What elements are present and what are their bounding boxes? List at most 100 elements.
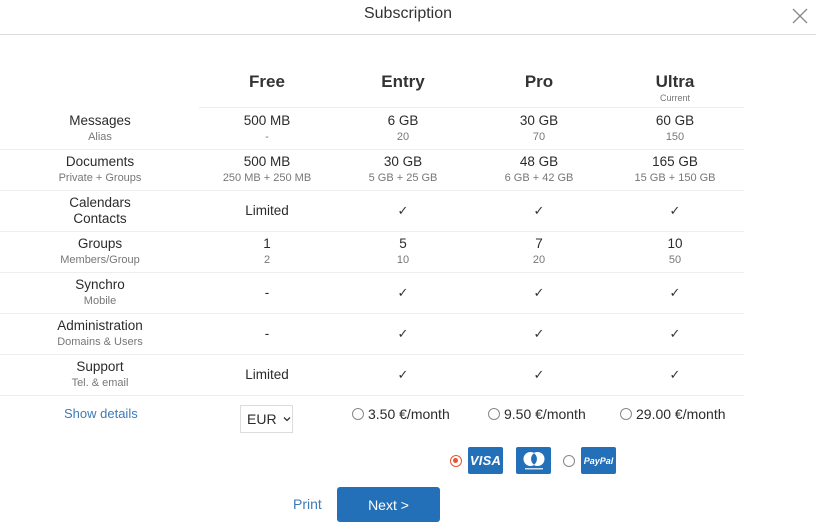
value-sub: 150 [665,131,685,143]
feature-name: Calendars [69,194,131,210]
check-icon: ✓ [669,202,681,218]
next-button[interactable]: Next > [337,487,440,522]
table-row: Support Tel. & email Limited ✓ ✓ ✓ [0,354,744,396]
plan-header-ultra: Ultra Current [607,72,743,103]
table-row: Documents Private + Groups 500 MB 250 MB + … [0,149,744,191]
close-button[interactable] [791,7,809,25]
value-main: Limited [245,366,289,382]
value-main: 500 MB [243,113,291,128]
payment-option-card[interactable]: VISA [450,447,551,474]
value-sub: 50 [668,254,682,266]
feature-value-pro: ✓ [471,313,607,354]
feature-value-free: Limited [199,354,335,395]
feature-value-ultra: ✓ [607,313,743,354]
paypal-icon: PayPal [581,447,616,474]
feature-value-ultra: ✓ [607,354,743,395]
table-row: Calendars Contacts Limited ✓ ✓ ✓ [0,190,744,232]
currency-select[interactable]: EUR [240,405,293,433]
value-main: - [264,284,270,300]
value-main: 30 GB [383,154,423,169]
feature-label-cell: Synchro Mobile [32,272,168,313]
feature-name: Support [76,359,124,374]
radio-button[interactable] [488,408,500,420]
close-icon [792,8,808,24]
feature-name: Groups [77,236,123,251]
value-main: 60 GB [655,113,695,128]
feature-value-free: - [199,313,335,354]
feature-sublabel: Mobile [83,295,117,307]
value-main: 10 [667,236,683,251]
feature-sublabel: Tel. & email [71,377,129,389]
value-main: 1 [263,236,271,251]
feature-value-pro: 30 GB 70 [471,108,607,149]
check-icon: ✓ [397,325,409,341]
current-plan-badge: Current [659,93,690,103]
check-icon: ✓ [533,366,545,382]
plan-header-free: Free [199,72,335,92]
feature-value-free: - [199,272,335,313]
feature-value-ultra: ✓ [607,190,743,231]
feature-name: Documents [65,154,135,169]
feature-value-free: 500 MB - [199,108,335,149]
value-sub: 10 [396,254,410,266]
feature-value-ultra: ✓ [607,272,743,313]
value-main: 500 MB [243,154,291,169]
radio-button[interactable] [352,408,364,420]
plan-name: Pro [524,72,554,91]
mastercard-icon [516,447,551,474]
price-option-entry[interactable]: 3.50 €/month [352,406,450,422]
price-label: 3.50 €/month [368,406,450,422]
feature-value-free: Limited [199,190,335,231]
dialog-header: Subscription [0,0,816,35]
feature-name: Synchro [75,277,125,292]
feature-sublabel: Domains & Users [57,336,143,348]
radio-button[interactable] [620,408,632,420]
plan-name: Ultra [655,72,695,91]
feature-sublabel: Contacts [73,210,127,226]
value-main: 6 GB [387,113,419,128]
feature-value-entry: ✓ [335,190,471,231]
check-icon: ✓ [669,366,681,382]
visa-icon: VISA [468,447,503,474]
price-option-ultra[interactable]: 29.00 €/month [620,406,726,422]
feature-value-entry: ✓ [335,313,471,354]
value-sub: 250 MB + 250 MB [222,172,312,184]
show-details-link[interactable]: Show details [64,406,138,421]
value-main: Limited [245,202,289,218]
feature-value-ultra: 165 GB 15 GB + 150 GB [607,149,743,190]
value-sub: 15 GB + 150 GB [634,172,716,184]
feature-name: Messages [69,113,131,128]
price-label: 29.00 €/month [636,406,726,422]
feature-value-free: 500 MB 250 MB + 250 MB [199,149,335,190]
check-icon: ✓ [533,202,545,218]
table-row: Messages Alias 500 MB - 6 GB 20 30 GB 70 60 GB 15… [0,108,744,150]
feature-label-cell: Groups Members/Group [32,231,168,272]
value-sub: 6 GB + 42 GB [504,172,574,184]
feature-label-cell: Documents Private + Groups [32,149,168,190]
value-sub: 20 [532,254,546,266]
feature-sublabel: Private + Groups [58,172,142,184]
price-option-pro[interactable]: 9.50 €/month [488,406,586,422]
check-icon: ✓ [533,284,545,300]
currency-value: EUR [247,411,277,427]
value-sub: 2 [263,254,271,266]
check-icon: ✓ [533,325,545,341]
feature-label-cell: Messages Alias [32,108,168,149]
check-icon: ✓ [669,284,681,300]
table-row: Synchro Mobile - ✓ ✓ ✓ [0,272,744,314]
feature-value-pro: 48 GB 6 GB + 42 GB [471,149,607,190]
feature-sublabel: Alias [88,131,112,143]
value-main: 7 [535,236,543,251]
plan-header-pro: Pro [471,72,607,92]
print-link[interactable]: Print [293,496,322,512]
feature-name: Administration [57,318,143,333]
value-main: 165 GB [652,154,698,169]
feature-value-ultra: 60 GB 150 [607,108,743,149]
radio-button[interactable] [563,454,575,467]
value-sub: 70 [532,131,546,143]
feature-value-pro: ✓ [471,354,607,395]
payment-option-paypal[interactable]: PayPal [563,447,616,474]
check-icon: ✓ [669,325,681,341]
radio-button-selected[interactable] [450,454,462,467]
feature-label-cell: Calendars Contacts [32,190,168,231]
